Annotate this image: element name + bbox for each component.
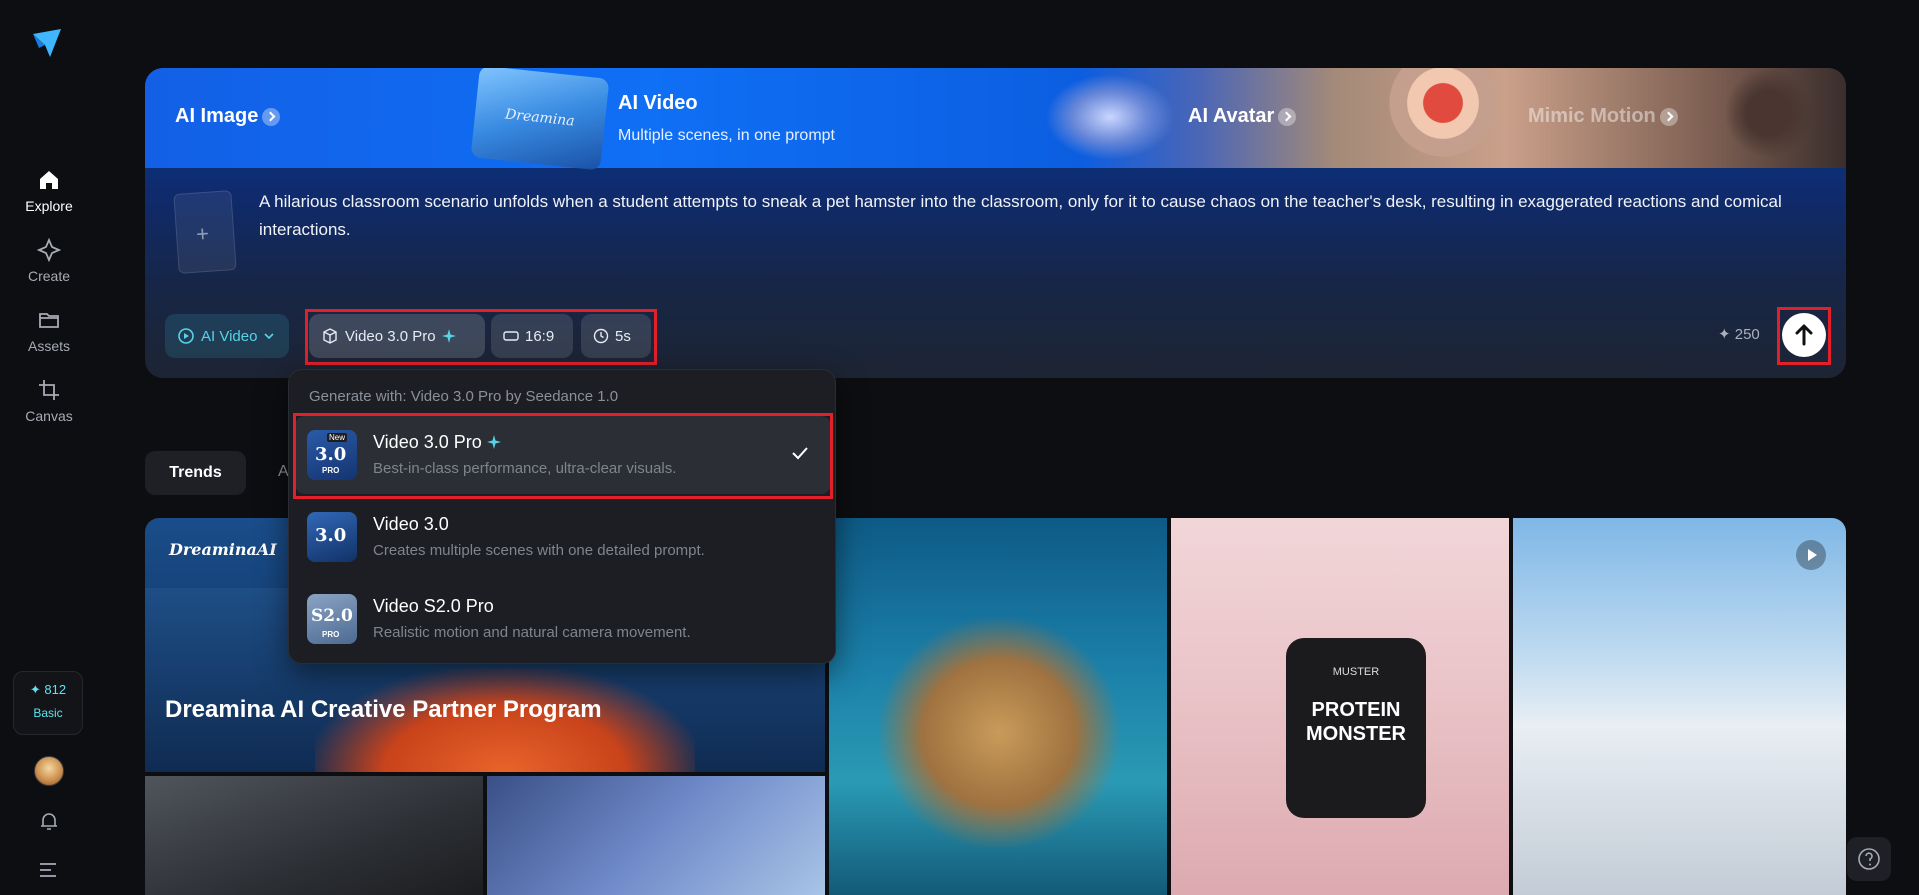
generation-panel: Dreamina AI Image AI Video Multiple scen… xyxy=(145,68,1846,378)
chevron-right-icon xyxy=(1278,107,1297,126)
prompt-area: + A hilarious classroom scenario unfolds… xyxy=(145,168,1846,378)
ai-avatar-thumbnail xyxy=(1383,68,1503,168)
model-dropdown: Generate with: Video 3.0 Pro by Seedance… xyxy=(288,369,836,664)
banner-title: Dreamina AI Creative Partner Program xyxy=(165,696,602,723)
plane-thumbnail xyxy=(1045,74,1175,160)
model-option-video-3-0[interactable]: 3.0 Video 3.0 Creates multiple scenes wi… xyxy=(295,498,831,576)
bell-icon[interactable] xyxy=(38,810,60,832)
help-icon xyxy=(1858,848,1880,870)
badge-tag: PRO xyxy=(322,630,340,639)
badge-text: S2.0 xyxy=(311,606,353,626)
sidebar-item-label: Create xyxy=(27,268,71,284)
option-title: Video 3.0 xyxy=(373,514,449,534)
jar-brand: MUSTER xyxy=(1332,666,1380,678)
image-upload-button[interactable]: + xyxy=(173,190,237,274)
crop-icon xyxy=(39,380,59,400)
island-image xyxy=(879,618,1119,848)
model-badge-icon: S2.0 PRO xyxy=(307,594,357,644)
tab-label: AI Video xyxy=(618,92,698,114)
menu-icon[interactable] xyxy=(39,862,57,878)
sidebar-item-label: Canvas xyxy=(25,408,73,424)
mode-selector[interactable]: AI Video xyxy=(165,314,289,358)
jar-text-line: MONSTER xyxy=(1306,723,1406,745)
dreamina-ai-logo: DreaminaAI xyxy=(169,540,277,559)
plan-label: Basic xyxy=(33,706,63,720)
sparkle-icon: ✦ xyxy=(1718,326,1735,343)
app-root: Explore Create Assets Canvas ✦ 812 Basic… xyxy=(0,0,1919,895)
tab-trends[interactable]: Trends xyxy=(145,451,246,495)
mode-label: AI Video xyxy=(201,327,258,345)
home-icon xyxy=(40,171,58,189)
cost-value: 250 xyxy=(1734,326,1760,343)
ai-video-thumbnail: Dreamina xyxy=(470,68,610,171)
option-title: Video S2.0 Pro xyxy=(373,596,494,616)
play-icon xyxy=(1808,549,1817,561)
sidebar-item-canvas[interactable]: Canvas xyxy=(0,378,98,424)
highlight-box xyxy=(1777,307,1831,365)
sidebar-item-explore[interactable]: Explore xyxy=(0,168,98,214)
mimic-motion-thumbnail xyxy=(1719,68,1819,168)
sidebar-item-assets[interactable]: Assets xyxy=(0,308,98,354)
gallery-item-protein[interactable]: MUSTER PROTEIN MONSTER xyxy=(1171,518,1509,895)
tab-label: AI Avatar xyxy=(1188,105,1275,127)
thumbnail-text: Dreamina xyxy=(504,106,576,130)
chevron-right-icon xyxy=(262,107,281,126)
jar-text-line: PROTEIN xyxy=(1311,699,1401,721)
chevron-down-icon xyxy=(264,333,275,340)
video-mode-icon xyxy=(178,328,194,344)
plus-icon: + xyxy=(195,220,210,247)
credits-badge[interactable]: ✦ 812 Basic xyxy=(13,671,83,735)
model-badge-icon: 3.0 xyxy=(307,512,357,562)
model-option-video-s2-0-pro[interactable]: S2.0 PRO Video S2.0 Pro Realistic motion… xyxy=(295,580,831,658)
dreamina-logo[interactable] xyxy=(30,26,64,60)
gallery-item-glacier[interactable] xyxy=(1513,518,1846,895)
tab-ai-image[interactable]: AI Image xyxy=(175,105,281,128)
play-button[interactable] xyxy=(1796,540,1826,570)
gallery-item-bear[interactable] xyxy=(487,776,825,895)
credits-value: ✦ 812 xyxy=(29,682,67,697)
highlight-box xyxy=(293,413,833,499)
sidebar: Explore Create Assets Canvas ✦ 812 Basic xyxy=(0,0,98,895)
prompt-input[interactable]: A hilarious classroom scenario unfolds w… xyxy=(259,188,1819,244)
dropdown-header: Generate with: Video 3.0 Pro by Seedance… xyxy=(309,388,619,405)
credit-cost: ✦ 250 xyxy=(1718,325,1760,343)
sidebar-item-label: Explore xyxy=(25,198,73,214)
tab-ai-avatar[interactable]: AI Avatar xyxy=(1188,105,1297,128)
avatar[interactable] xyxy=(34,756,64,786)
sidebar-item-label: Assets xyxy=(27,338,70,354)
option-description: Realistic motion and natural camera move… xyxy=(373,624,691,641)
sidebar-item-create[interactable]: Create xyxy=(0,238,98,284)
sparkle-icon xyxy=(37,238,61,262)
badge-text: 3.0 xyxy=(315,525,347,546)
folder-icon xyxy=(39,313,59,328)
tab-ai-video[interactable]: AI Video xyxy=(618,92,698,115)
jar-image: MUSTER PROTEIN MONSTER xyxy=(1286,638,1426,818)
gallery-item-underwater[interactable] xyxy=(829,518,1167,895)
highlight-box xyxy=(305,309,657,365)
jar-text: PROTEIN MONSTER xyxy=(1286,698,1426,746)
tab-label: Mimic Motion xyxy=(1528,105,1656,127)
mode-tabs: Dreamina AI Image AI Video Multiple scen… xyxy=(145,68,1846,171)
tab-label: AI Image xyxy=(175,105,259,127)
gallery-item-statue[interactable] xyxy=(145,776,483,895)
option-description: Creates multiple scenes with one detaile… xyxy=(373,542,705,559)
tab-ai-video-subtitle: Multiple scenes, in one prompt xyxy=(618,127,835,144)
tab-mimic-motion[interactable]: Mimic Motion xyxy=(1528,105,1678,128)
chevron-right-icon xyxy=(1659,107,1678,126)
help-button[interactable] xyxy=(1847,837,1891,881)
